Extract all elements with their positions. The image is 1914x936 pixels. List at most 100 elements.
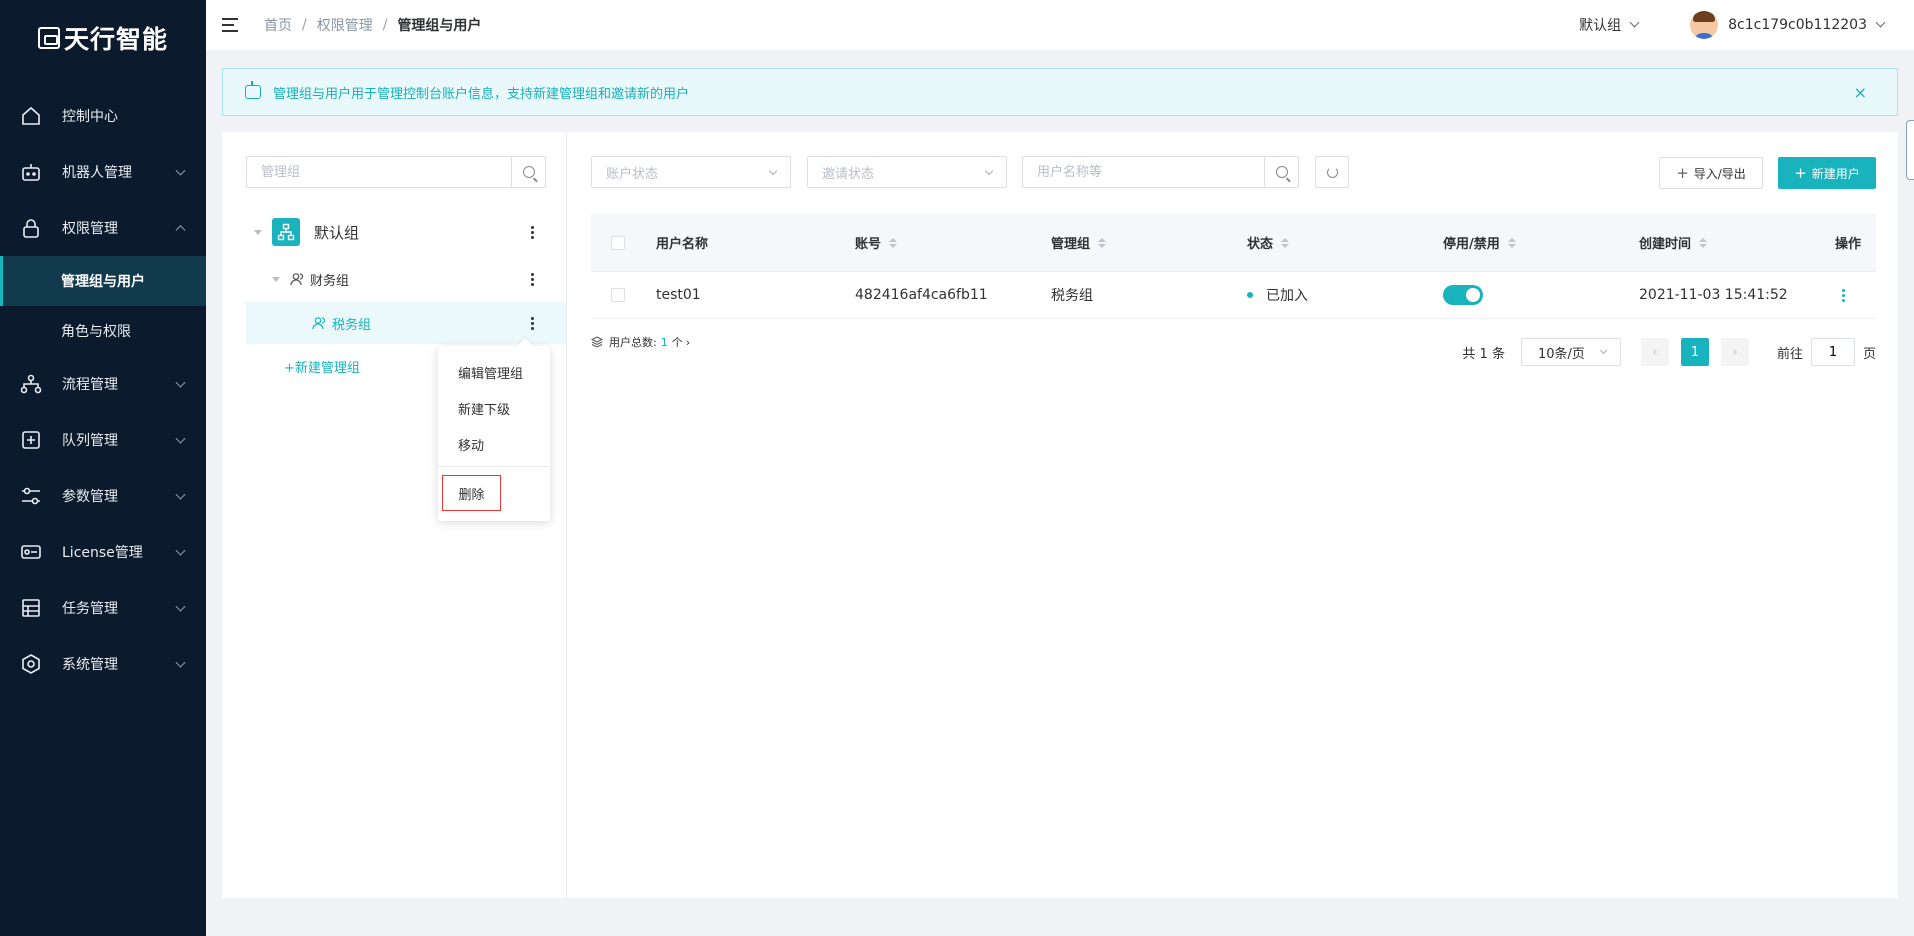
queue-icon	[20, 429, 42, 451]
breadcrumb-permission[interactable]: 权限管理	[317, 15, 373, 35]
chevron-up-icon	[175, 225, 186, 236]
more-vertical-icon[interactable]	[530, 316, 534, 331]
user-total-label: 用户总数:	[609, 336, 657, 349]
status-text: 已加入	[1266, 288, 1308, 304]
menu-item-edit-group[interactable]: 编辑管理组	[458, 363, 523, 382]
menu-item-new-child[interactable]: 新建下级	[458, 399, 510, 418]
sort-icon[interactable]	[1098, 237, 1107, 248]
page-size-value: 10条/页	[1537, 346, 1585, 362]
close-icon[interactable]: ×	[1854, 83, 1867, 102]
search-icon	[1275, 166, 1288, 178]
new-user-button[interactable]: + 新建用户	[1778, 157, 1876, 189]
user-group-icon	[290, 273, 304, 286]
sidebar-subitem-groups-users[interactable]: 管理组与用户	[0, 256, 206, 306]
enable-toggle[interactable]	[1443, 285, 1483, 305]
column-header-actions: 操作	[1835, 214, 1861, 271]
sort-icon[interactable]	[1507, 237, 1516, 248]
pagination: 共 1 条 10条/页 ‹ 1 › 前往 页	[1462, 338, 1876, 366]
sidebar-item-label: 机器人管理	[62, 165, 132, 181]
chevron-down-icon	[175, 377, 186, 388]
sidebar-item-permission-management[interactable]: 权限管理	[0, 200, 206, 256]
tree-node-tax[interactable]: 税务组	[312, 311, 534, 335]
column-header-group[interactable]: 管理组	[1051, 214, 1107, 271]
breadcrumb-current: 管理组与用户	[397, 18, 482, 34]
plus-icon: +	[1676, 163, 1689, 182]
more-vertical-icon[interactable]	[1841, 288, 1845, 303]
table-row[interactable]: test01 482416af4ca6fb11 税务组 已加入 2021-11-…	[591, 272, 1876, 319]
tree-node-finance[interactable]: 财务组	[272, 267, 534, 291]
user-total-summary[interactable]: 用户总数: 1 个 ›	[591, 334, 690, 350]
chevron-down-icon	[175, 657, 186, 668]
column-header-created[interactable]: 创建时间	[1639, 214, 1708, 271]
more-vertical-icon[interactable]	[530, 272, 534, 287]
menu-item-delete[interactable]: 删除	[442, 475, 501, 511]
user-menu[interactable]: 8c1c179c0b112203	[1690, 11, 1886, 39]
sidebar-subitem-roles-permissions[interactable]: 角色与权限	[0, 306, 206, 356]
row-checkbox[interactable]	[611, 288, 625, 302]
cell-status: 已加入	[1247, 272, 1308, 318]
sort-icon[interactable]	[1281, 237, 1290, 248]
column-header-enabled[interactable]: 停用/禁用	[1443, 214, 1516, 271]
account-status-select[interactable]: 账户状态	[591, 156, 791, 188]
sidebar-item-robot-management[interactable]: 机器人管理	[0, 144, 206, 200]
robot-icon	[245, 81, 261, 99]
sidebar-item-task-management[interactable]: 任务管理	[0, 580, 206, 636]
user-search-input[interactable]	[1023, 157, 1264, 187]
sidebar-item-label: 任务管理	[62, 601, 118, 617]
flow-icon	[20, 373, 42, 395]
sidebar-item-label: 控制中心	[62, 109, 118, 125]
goto-suffix: 页	[1862, 346, 1876, 362]
column-header-account[interactable]: 账号	[855, 214, 898, 271]
info-alert: 管理组与用户用于管理控制台账户信息，支持新建管理组和邀请新的用户 ×	[222, 68, 1898, 116]
more-vertical-icon[interactable]	[530, 225, 534, 240]
sidebar-item-label: 权限管理	[62, 221, 118, 237]
page-size-select[interactable]: 10条/页	[1520, 338, 1621, 366]
tree-node-root[interactable]: 默认组	[254, 216, 534, 248]
menu-divider	[438, 466, 550, 467]
refresh-button[interactable]	[1315, 156, 1349, 188]
next-page-button[interactable]: ›	[1720, 338, 1749, 366]
logo-icon	[37, 27, 60, 49]
group-select[interactable]: 默认组	[1579, 15, 1640, 35]
cell-actions	[1841, 272, 1845, 318]
side-scroll-tab[interactable]	[1906, 120, 1914, 180]
table-header: 用户名称 账号 管理组 状态 停用/禁用 创建时间 操作	[591, 214, 1876, 272]
breadcrumb-home[interactable]: 首页	[264, 15, 292, 35]
license-icon	[20, 541, 42, 563]
menu-toggle-icon[interactable]	[222, 18, 240, 32]
caret-down-icon[interactable]	[254, 229, 262, 235]
settings-hex-icon	[20, 653, 42, 675]
sidebar-item-parameter-management[interactable]: 参数管理	[0, 468, 206, 524]
chevron-down-icon	[175, 165, 186, 176]
group-search	[246, 156, 546, 188]
column-header-status[interactable]: 状态	[1247, 214, 1290, 271]
page-number[interactable]: 1	[1680, 338, 1709, 366]
sidebar-item-control-center[interactable]: 控制中心	[0, 88, 206, 144]
sidebar-menu: 控制中心 机器人管理 权限管理 管理组与用户 角色与权限 流程管理 队列管理 参…	[0, 88, 206, 692]
add-group-link[interactable]: +新建管理组	[284, 356, 360, 376]
group-search-input[interactable]	[247, 157, 511, 187]
search-icon	[522, 166, 535, 178]
menu-item-move[interactable]: 移动	[458, 435, 484, 454]
invite-status-select[interactable]: 邀请状态	[807, 156, 1007, 188]
group-search-button[interactable]	[511, 157, 545, 187]
chevron-down-icon	[1875, 17, 1886, 28]
user-total-count: 1	[660, 335, 668, 349]
sidebar-item-license-management[interactable]: License管理	[0, 524, 206, 580]
goto-page-input[interactable]	[1810, 338, 1855, 366]
caret-down-icon[interactable]	[272, 276, 280, 282]
sort-icon[interactable]	[889, 237, 898, 248]
select-all-checkbox[interactable]	[611, 235, 625, 250]
sort-icon[interactable]	[1699, 237, 1708, 248]
sidebar-item-system-management[interactable]: 系统管理	[0, 636, 206, 692]
sidebar-item-queue-management[interactable]: 队列管理	[0, 412, 206, 468]
group-context-menu: 编辑管理组 新建下级 移动 删除	[438, 346, 550, 521]
user-search-button[interactable]	[1264, 157, 1298, 187]
sidebar-item-label: 参数管理	[62, 489, 118, 505]
import-export-button[interactable]: + 导入/导出	[1659, 157, 1763, 189]
prev-page-button[interactable]: ‹	[1640, 338, 1669, 366]
sidebar: 天行智能 控制中心 机器人管理 权限管理 管理组与用户 角色与权限 流程管理 队…	[0, 0, 206, 936]
sidebar-item-flow-management[interactable]: 流程管理	[0, 356, 206, 412]
cell-name: test01	[656, 287, 701, 303]
header-right: 默认组 8c1c179c0b112203	[1579, 0, 1914, 50]
